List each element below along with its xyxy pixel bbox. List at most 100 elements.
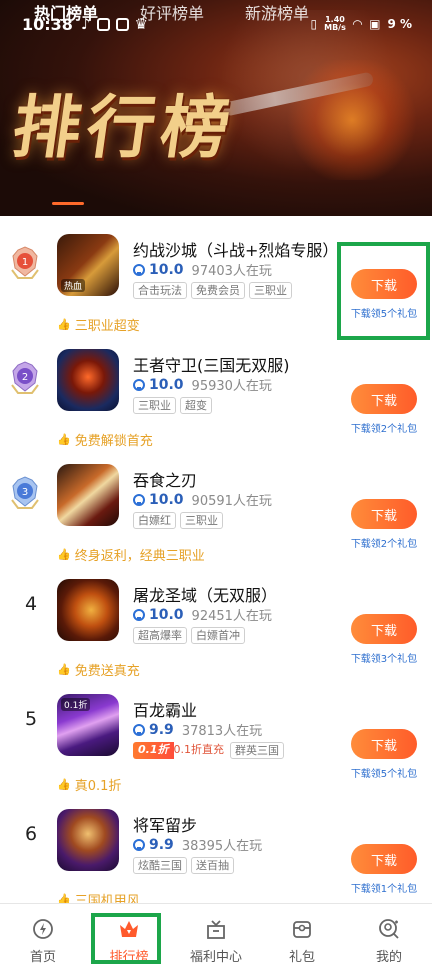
nav-label: 礼包 [288,950,315,964]
bottom-nav: 首页 排行榜 福利中心 礼包 我的 [0,903,432,964]
thumbs-up-icon: 👍 [57,318,71,331]
app-name[interactable]: 百龙霸业 [133,697,197,721]
download-button[interactable]: 下载 [351,614,417,644]
tab-active-indicator [52,202,84,205]
tag-list: 0.1折 0.1折直充 群英三国 [133,742,284,759]
nav-welfare[interactable]: 福利中心 [173,904,259,964]
tag-list: 三职业 超变 [133,397,212,414]
net-speed-unit: MB/s [324,23,346,32]
gift-info[interactable]: 下载领2个礼包 [340,420,428,435]
rating-icon [133,378,145,391]
nav-label: 首页 [29,950,56,964]
list-item[interactable]: 6 将军留步 9.9 38395人在玩 炫酷三国 送百抽 👍 三国机甲风 下载 … [0,791,432,909]
app-icon[interactable] [57,579,119,641]
network-speed: 1.40 MB/s [324,16,346,32]
tab-new-games[interactable]: 新游榜单 [245,0,309,24]
gift-info[interactable]: 下载领1个礼包 [340,880,428,895]
app-name[interactable]: 约战沙城（斗战+烈焰专服） [133,237,338,261]
app-icon[interactable]: 0.1折 [57,694,119,756]
list-item[interactable]: 4 屠龙圣域（无双服） 10.0 92451人在玩 超高爆率 白嫖首冲 👍 免费… [0,561,432,679]
score-line: 10.0 92451人在玩 [133,605,272,624]
gift-info[interactable]: 下载领2个礼包 [340,535,428,550]
rank-badge-number: 2 [22,372,28,383]
app-score: 9.9 [149,721,174,738]
app-name[interactable]: 吞食之刃 [133,467,197,491]
thumbs-up-icon: 👍 [57,663,71,676]
app-icon-label: 0.1折 [61,698,91,711]
nav-profile[interactable]: 我的 [346,904,432,964]
tag: 三职业 [133,397,176,414]
tag-list: 炫酷三国 送百抽 [133,857,234,874]
rank-1-medal-icon: 1 [11,246,39,279]
app-name[interactable]: 王者守卫(三国无双服) [133,352,290,376]
discount-badge: 0.1折 [133,742,174,759]
app-score: 10.0 [149,606,184,623]
rating-icon [133,493,145,506]
player-count: 90591人在玩 [191,494,272,509]
app-icon[interactable]: 热血 [57,234,119,296]
download-button[interactable]: 下载 [351,844,417,874]
download-button[interactable]: 下载 [351,384,417,414]
tag: 超变 [180,397,212,414]
tag-list: 超高爆率 白嫖首冲 [133,627,245,644]
app-notification-icon-2 [115,17,129,31]
list-item[interactable]: 2 王者守卫(三国无双服) 10.0 95930人在玩 三职业 超变 👍 免费解… [0,331,432,449]
thumbs-up-icon: 👍 [57,433,71,446]
tag: 炫酷三国 [133,857,187,874]
tag: 免费会员 [191,282,245,299]
tag-list: 合击玩法 免费会员 三职业 [133,282,292,299]
score-line: 10.0 90591人在玩 [133,490,272,509]
nav-gift-pack[interactable]: 礼包 [259,904,345,964]
tag: 三职业 [180,512,223,529]
tag: 白嫖红 [133,512,176,529]
score-line: 10.0 97403人在玩 [133,260,272,279]
banner: 排行榜 10:38 ♪ ♛ ▯ 1.40 MB/s ◠ ▣ 9 % 热门榜单 好… [0,0,432,216]
app-name[interactable]: 将军留步 [133,812,197,836]
package-icon [293,921,311,938]
tag: 送百抽 [191,857,234,874]
nav-label: 我的 [375,950,402,964]
rating-icon [133,608,145,621]
battery-level: 9 % [387,17,412,31]
app-icon[interactable] [57,464,119,526]
sim-icon: ▣ [369,17,381,31]
app-score: 9.9 [149,836,174,853]
list-item[interactable]: 5 0.1折 百龙霸业 9.9 37813人在玩 0.1折 0.1折直充 群英三… [0,676,432,794]
player-count: 95930人在玩 [191,379,272,394]
tab-hot[interactable]: 热门榜单 [34,0,98,24]
nav-home[interactable]: 首页 [0,904,86,964]
discount-text: 0.1折直充 [173,743,225,756]
app-name[interactable]: 屠龙圣域（无双服） [133,582,277,606]
player-count: 97403人在玩 [191,264,272,279]
score-line: 9.9 38395人在玩 [133,835,262,854]
gift-info[interactable]: 下载领3个礼包 [340,650,428,665]
app-score: 10.0 [149,376,184,393]
app-icon-label: 热血 [61,279,86,292]
score-line: 10.0 95930人在玩 [133,375,272,394]
rank-badge-number: 1 [22,257,28,268]
rank-number: 5 [25,708,38,730]
tab-good-reviews[interactable]: 好评榜单 [140,0,204,24]
tag: 群英三国 [230,742,284,759]
app-icon[interactable] [57,349,119,411]
vibrate-icon: ▯ [310,17,318,31]
app-score: 10.0 [149,491,184,508]
rank-2-medal-icon: 2 [11,361,39,394]
rank-number: 4 [25,593,38,615]
wifi-icon: ◠ [352,17,363,31]
thumbs-up-icon: 👍 [57,548,71,561]
list-item[interactable]: 3 吞食之刃 10.0 90591人在玩 白嫖红 三职业 👍 终身返利，经典三职… [0,446,432,564]
thumbs-up-icon: 👍 [57,778,71,791]
gift-info[interactable]: 下载领5个礼包 [340,765,428,780]
rating-icon [133,263,145,276]
ranking-page: 排行榜 10:38 ♪ ♛ ▯ 1.40 MB/s ◠ ▣ 9 % 热门榜单 好… [0,0,432,964]
player-count: 38395人在玩 [181,839,263,854]
tag-list: 白嫖红 三职业 [133,512,223,529]
download-button[interactable]: 下载 [351,499,417,529]
tag: 超高爆率 [133,627,187,644]
profile-icon [379,919,399,939]
app-icon[interactable] [57,809,119,871]
score-line: 9.9 37813人在玩 [133,720,262,739]
download-button[interactable]: 下载 [351,729,417,759]
banner-title: 排行榜 [7,88,241,168]
